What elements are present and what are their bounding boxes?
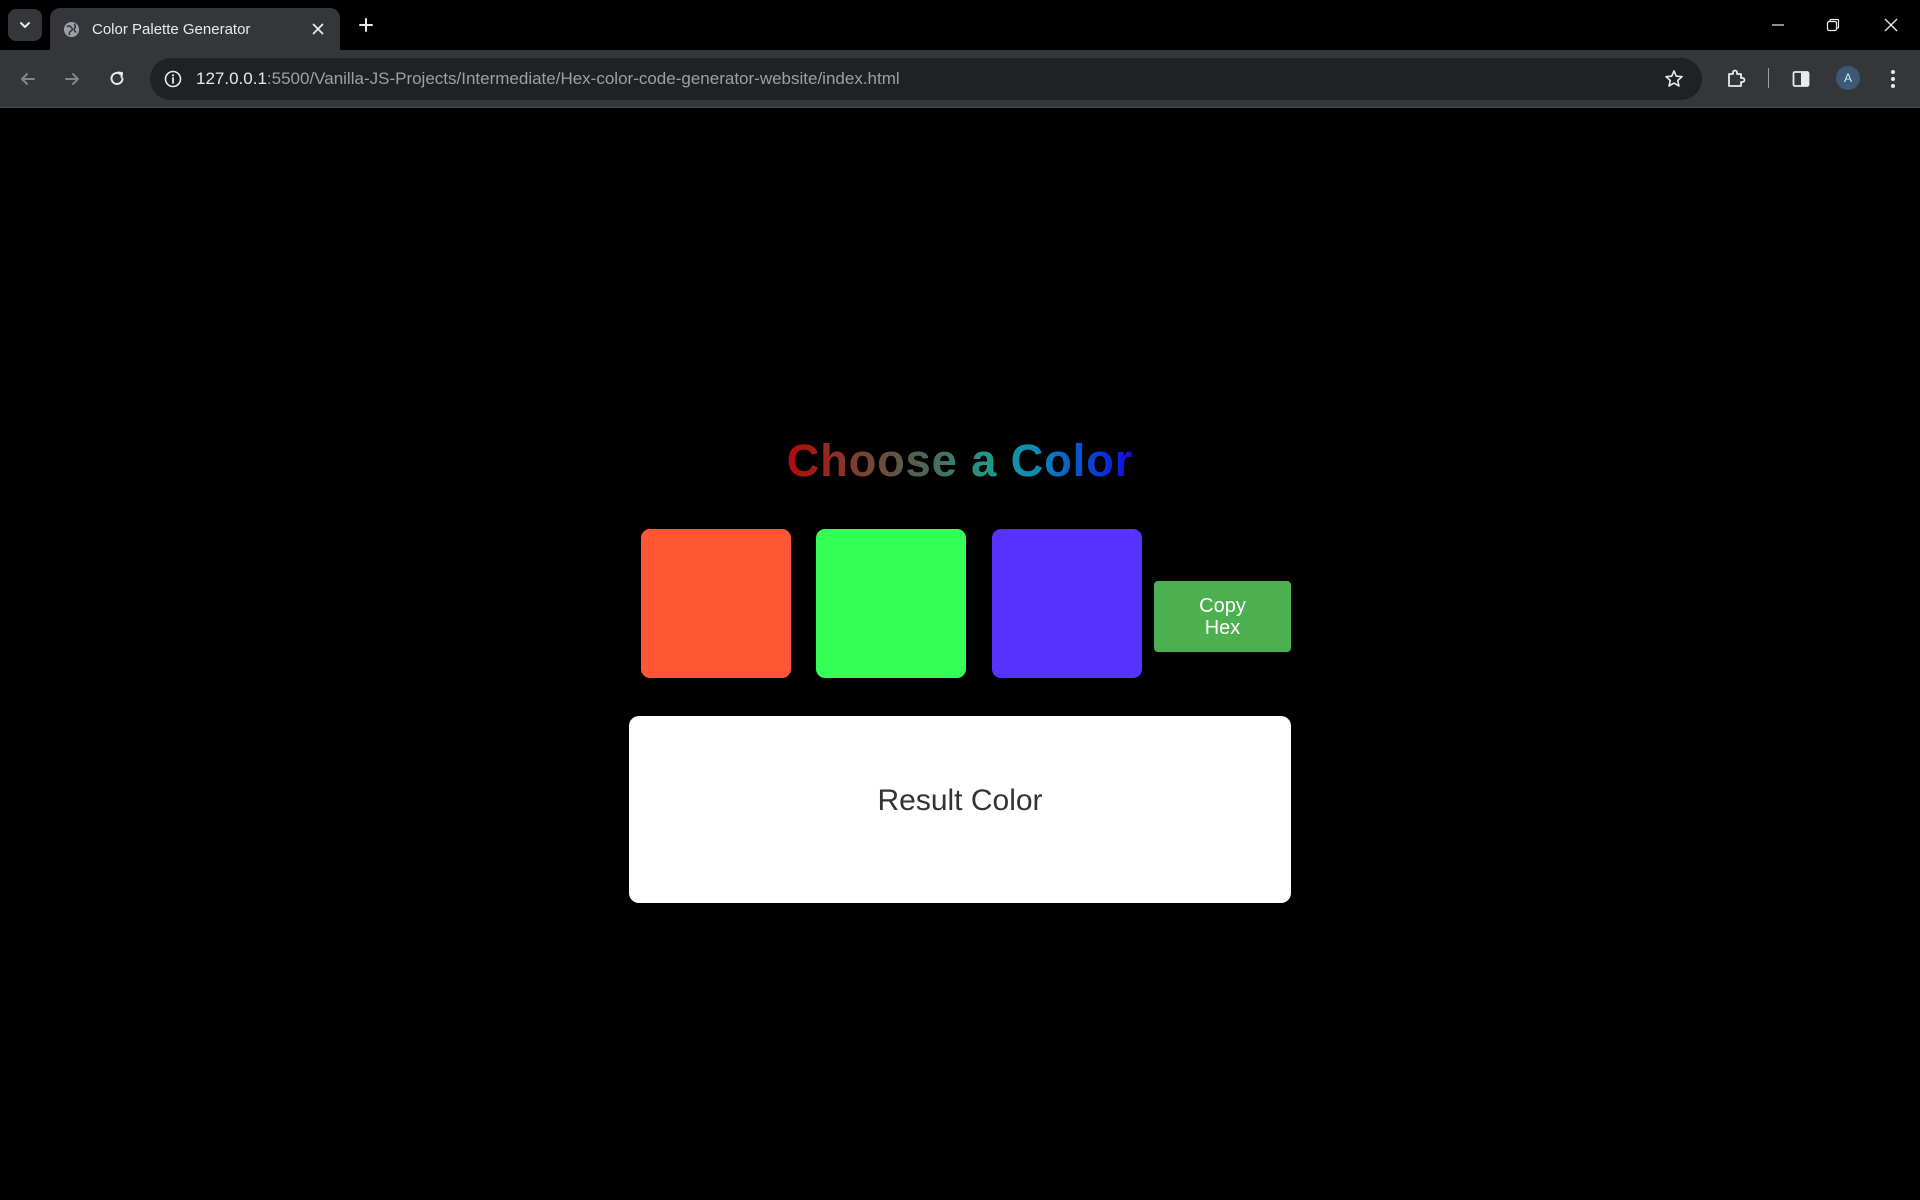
page-heading: Choose a Color: [0, 435, 1920, 487]
globe-icon: [62, 20, 80, 38]
page-content: Choose a Color Copy Hex Result Color: [0, 109, 1920, 1200]
star-icon[interactable]: [1660, 65, 1688, 93]
plus-icon: [359, 18, 373, 32]
color-swatch-1[interactable]: [641, 529, 791, 678]
browser-tab[interactable]: Color Palette Generator: [50, 8, 340, 50]
restore-button[interactable]: [1820, 12, 1846, 38]
reload-icon: [110, 71, 124, 85]
heading-text: Choose a Color: [786, 435, 1134, 486]
restore-icon: [1826, 18, 1840, 32]
puzzle-icon: [1728, 69, 1746, 87]
extensions-button[interactable]: [1722, 65, 1750, 93]
info-icon[interactable]: [160, 66, 186, 92]
tab-close-icon[interactable]: [308, 19, 328, 39]
url-host: 127.0.0.1: [196, 69, 267, 88]
forward-arrow-icon: [65, 73, 79, 85]
result-color-box: Result Color: [629, 716, 1291, 903]
copy-hex-button[interactable]: Copy Hex: [1154, 581, 1291, 652]
tab-search-button[interactable]: [8, 9, 42, 41]
minimize-button[interactable]: [1765, 12, 1791, 38]
color-swatch-3[interactable]: [992, 529, 1142, 678]
url-text[interactable]: 127.0.0.1:5500/Vanilla-JS-Projects/Inter…: [196, 69, 1660, 89]
chevron-down-icon: [20, 22, 30, 28]
color-swatch-2[interactable]: [816, 529, 966, 678]
back-arrow-icon: [21, 73, 35, 85]
chrome-menu-button[interactable]: [1879, 65, 1907, 93]
side-panel-button[interactable]: [1787, 65, 1815, 93]
reload-button[interactable]: [103, 65, 131, 93]
new-tab-button[interactable]: [354, 13, 378, 37]
tab-title: Color Palette Generator: [92, 20, 251, 38]
browser-toolbar: 127.0.0.1:5500/Vanilla-JS-Projects/Inter…: [0, 50, 1920, 108]
close-icon: [1884, 18, 1898, 32]
window-close-button[interactable]: [1878, 12, 1904, 38]
kebab-menu-icon: [1891, 70, 1895, 88]
minimize-icon: [1772, 24, 1784, 26]
forward-button[interactable]: [58, 65, 86, 93]
back-button[interactable]: [14, 65, 42, 93]
result-color-label: Result Color: [877, 784, 1043, 817]
url-path: :5500/Vanilla-JS-Projects/Intermediate/H…: [266, 69, 900, 88]
profile-avatar[interactable]: A: [1836, 66, 1860, 90]
tab-strip: Color Palette Generator: [0, 0, 1920, 50]
side-panel-icon: [1792, 71, 1810, 87]
address-bar[interactable]: 127.0.0.1:5500/Vanilla-JS-Projects/Inter…: [150, 58, 1702, 100]
toolbar-separator: [1768, 68, 1769, 88]
